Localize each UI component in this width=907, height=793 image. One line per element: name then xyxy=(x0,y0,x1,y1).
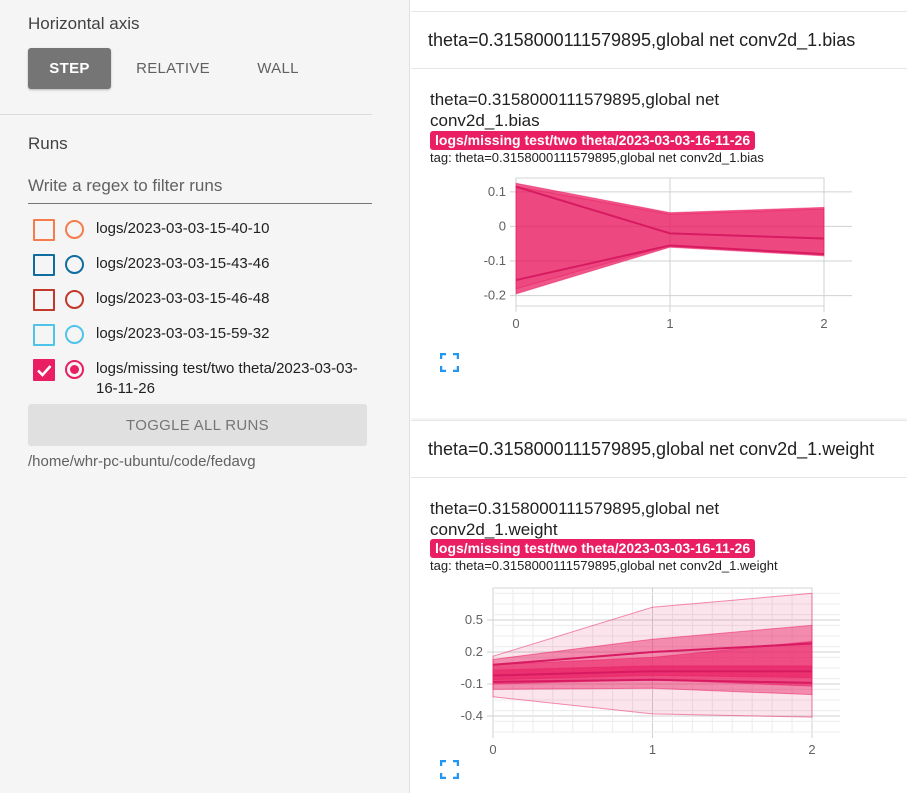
x-tick-label: 0 xyxy=(489,742,496,755)
y-tick-label: 0 xyxy=(499,218,506,233)
x-tick-label: 0 xyxy=(512,316,519,331)
x-tick-label: 1 xyxy=(649,742,656,755)
run-color-radio[interactable] xyxy=(65,220,84,239)
y-tick-label: 0.2 xyxy=(465,644,483,659)
y-tick-label: 0.1 xyxy=(488,184,506,199)
x-tick-label: 2 xyxy=(808,742,815,755)
bias-chart-title: theta=0.3158000111579895,global net conv… xyxy=(430,90,720,130)
checkbox-unchecked[interactable] xyxy=(33,219,55,241)
runs-title: Runs xyxy=(28,134,68,153)
checkbox-unchecked[interactable] xyxy=(33,289,55,311)
sidebar: Horizontal axis STEP RELATIVE WALL Runs … xyxy=(0,0,410,793)
axis-wall-button[interactable]: WALL xyxy=(236,48,320,89)
checkbox-unchecked[interactable] xyxy=(33,324,55,346)
run-color-radio[interactable] xyxy=(65,325,84,344)
bias-run-chip: logs/missing test/two theta/2023-03-03-1… xyxy=(430,131,756,150)
run-row[interactable]: logs/2023-03-03-15-43-46 xyxy=(33,254,371,276)
expand-icon[interactable] xyxy=(440,760,459,779)
sidebar-divider xyxy=(0,114,372,115)
horizontal-axis-title: Horizontal axis xyxy=(28,14,140,33)
weight-tag-line: tag: theta=0.3158000111579895,global net… xyxy=(430,558,778,573)
y-tick-label: -0.2 xyxy=(484,288,506,303)
radio-dot xyxy=(70,365,79,374)
run-row[interactable]: logs/2023-03-03-15-46-48 xyxy=(33,289,371,311)
run-filter-input[interactable] xyxy=(28,168,372,204)
weight-chart[interactable]: 0.5 0.2 -0.1 -0.4 0 1 2 xyxy=(441,580,861,755)
y-tick-label: 0.5 xyxy=(465,612,483,627)
run-label: logs/2023-03-03-15-40-10 xyxy=(96,220,270,237)
run-color-radio[interactable] xyxy=(65,255,84,274)
y-tick-label: -0.1 xyxy=(484,253,506,268)
x-tick-label: 1 xyxy=(666,316,673,331)
run-label: logs/2023-03-03-15-46-48 xyxy=(96,290,270,307)
run-row[interactable]: logs/2023-03-03-15-59-32 xyxy=(33,324,371,346)
bias-chart[interactable]: 0.1 0 -0.1 -0.2 0 1 2 xyxy=(441,170,861,350)
bias-card: theta=0.3158000111579895,global net conv… xyxy=(411,0,907,418)
bias-card-header[interactable]: theta=0.3158000111579895,global net conv… xyxy=(411,11,907,69)
run-color-radio[interactable] xyxy=(65,290,84,309)
expand-icon[interactable] xyxy=(440,353,459,372)
checkbox-unchecked[interactable] xyxy=(33,254,55,276)
weight-card-header[interactable]: theta=0.3158000111579895,global net conv… xyxy=(411,420,907,478)
check-icon xyxy=(37,365,52,377)
run-label: logs/2023-03-03-15-59-32 xyxy=(96,325,270,342)
run-row[interactable]: logs/2023-03-03-15-40-10 xyxy=(33,219,371,241)
axis-step-button[interactable]: STEP xyxy=(28,48,111,89)
bias-tag-line: tag: theta=0.3158000111579895,global net… xyxy=(430,150,764,165)
run-label: logs/2023-03-03-15-43-46 xyxy=(96,255,270,272)
run-color-radio[interactable] xyxy=(65,360,84,379)
run-label: logs/missing test/two theta/2023-03-03-1… xyxy=(96,360,358,397)
weight-card: theta=0.3158000111579895,global net conv… xyxy=(411,420,907,793)
x-tick-label: 2 xyxy=(820,316,827,331)
y-tick-label: -0.4 xyxy=(461,708,483,723)
y-tick-label: -0.1 xyxy=(461,676,483,691)
axis-relative-button[interactable]: RELATIVE xyxy=(122,48,224,89)
weight-chart-title: theta=0.3158000111579895,global net conv… xyxy=(430,499,720,539)
checkbox-checked[interactable] xyxy=(33,359,55,381)
log-directory-path: /home/whr-pc-ubuntu/code/fedavg xyxy=(28,453,256,470)
main-panel: theta=0.3158000111579895,global net conv… xyxy=(411,0,907,793)
toggle-all-runs-button[interactable]: TOGGLE ALL RUNS xyxy=(28,404,367,446)
run-row[interactable]: logs/missing test/two theta/2023-03-03-1… xyxy=(33,359,371,399)
weight-run-chip: logs/missing test/two theta/2023-03-03-1… xyxy=(430,539,756,558)
